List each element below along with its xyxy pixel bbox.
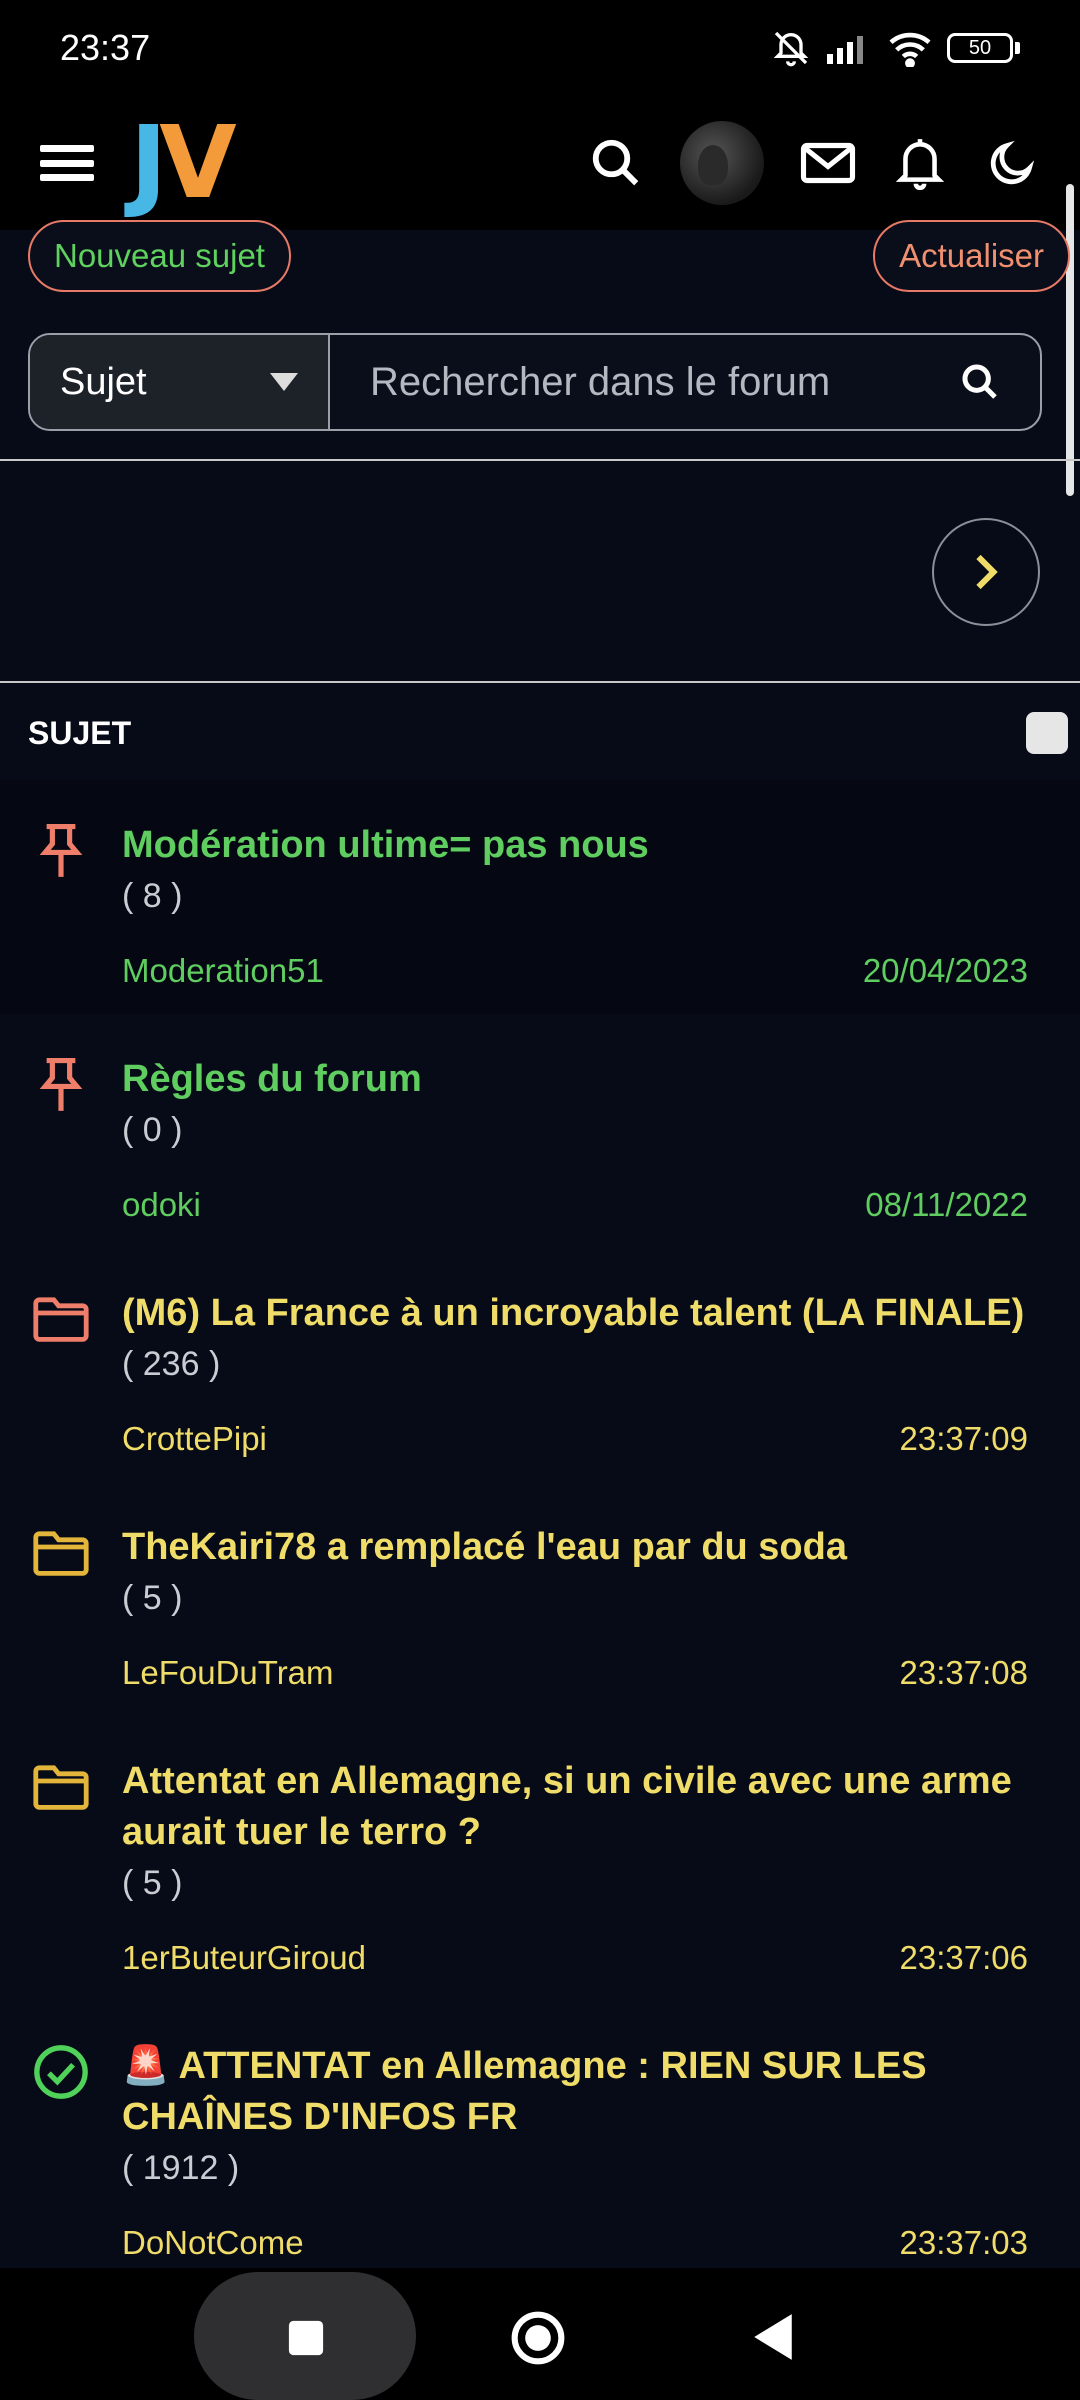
next-page-button[interactable] bbox=[932, 518, 1040, 626]
battery-level: 50 bbox=[947, 33, 1013, 63]
topic-author[interactable]: odoki bbox=[122, 1186, 201, 1224]
folder-hot-icon bbox=[30, 1288, 92, 1350]
dark-mode-icon[interactable] bbox=[984, 135, 1040, 191]
divider bbox=[0, 459, 1080, 461]
home-circle-icon bbox=[511, 2311, 565, 2365]
select-all-checkbox[interactable] bbox=[1026, 712, 1068, 754]
topic-title[interactable]: Attentat en Allemagne, si un civile avec… bbox=[122, 1756, 1028, 1858]
resolved-icon bbox=[30, 2041, 92, 2103]
topic-row[interactable]: (M6) La France à un incroyable talent (L… bbox=[0, 1248, 1080, 1482]
status-time: 23:37 bbox=[60, 27, 151, 68]
topic-reply-count: ( 5 ) bbox=[122, 1864, 183, 1902]
topic-reply-count: ( 5 ) bbox=[122, 1579, 183, 1617]
mail-icon[interactable] bbox=[800, 135, 856, 191]
jv-logo[interactable]: JV bbox=[130, 113, 237, 213]
pin-icon bbox=[30, 1054, 92, 1116]
back-button[interactable] bbox=[748, 2310, 798, 2364]
status-icons: 50 bbox=[771, 28, 1020, 68]
topic-author[interactable]: LeFouDuTram bbox=[122, 1654, 334, 1692]
topic-author[interactable]: DoNotCome bbox=[122, 2224, 304, 2262]
battery-icon: 50 bbox=[947, 33, 1020, 63]
topic-reply-count: ( 0 ) bbox=[122, 1111, 183, 1149]
folder-icon bbox=[30, 1522, 92, 1584]
list-header-title: SUJET bbox=[28, 714, 132, 751]
new-topic-button[interactable]: Nouveau sujet bbox=[28, 220, 291, 292]
topic-row[interactable]: Règles du forum ( 0 ) odoki 08/11/2022 bbox=[0, 1014, 1080, 1248]
wifi-icon bbox=[889, 32, 931, 67]
home-button[interactable] bbox=[508, 2308, 568, 2368]
search-submit-icon[interactable] bbox=[960, 362, 1000, 402]
notifications-icon[interactable] bbox=[892, 135, 948, 191]
chevron-right-icon bbox=[976, 554, 998, 590]
topic-reply-count: ( 236 ) bbox=[122, 1345, 221, 1383]
topic-title[interactable]: Règles du forum bbox=[122, 1054, 1028, 1105]
search-scope-value: Sujet bbox=[60, 360, 147, 403]
topic-author[interactable]: 1erButeurGiroud bbox=[122, 1939, 366, 1977]
app-bar: JV bbox=[0, 96, 1080, 230]
topic-row[interactable]: Modération ultime= pas nous ( 8 ) Modera… bbox=[0, 780, 1080, 1014]
search-placeholder: Rechercher dans le forum bbox=[370, 359, 831, 404]
refresh-button[interactable]: Actualiser bbox=[873, 220, 1070, 292]
user-avatar[interactable] bbox=[680, 121, 764, 205]
topic-reply-count: ( 1912 ) bbox=[122, 2149, 240, 2187]
topic-row[interactable]: Attentat en Allemagne, si un civile avec… bbox=[0, 1716, 1080, 2001]
signal-icon bbox=[827, 36, 863, 64]
bell-muted-icon bbox=[773, 31, 809, 67]
search-scope-select[interactable]: Sujet bbox=[30, 335, 330, 429]
topic-actions: Nouveau sujet Actualiser bbox=[0, 220, 1070, 300]
topic-date: 23:37:08 bbox=[899, 1654, 1028, 1691]
topic-date: 20/04/2023 bbox=[862, 952, 1028, 989]
topic-date: 23:37:06 bbox=[899, 1939, 1028, 1976]
topic-author[interactable]: CrottePipi bbox=[122, 1420, 267, 1458]
topic-title[interactable]: 🚨 ATTENTAT en Allemagne : RIEN SUR LES C… bbox=[122, 2041, 1028, 2143]
back-triangle-icon bbox=[754, 2314, 792, 2360]
topic-title[interactable]: Modération ultime= pas nous bbox=[122, 820, 1028, 871]
topic-title[interactable]: TheKairi78 a remplacé l'eau par du soda bbox=[122, 1522, 1028, 1573]
square-icon bbox=[288, 2320, 324, 2356]
chevron-down-icon bbox=[270, 373, 298, 391]
topic-list: Modération ultime= pas nous ( 8 ) Modera… bbox=[0, 780, 1080, 2268]
folder-icon bbox=[30, 1756, 92, 1818]
topic-title[interactable]: (M6) La France à un incroyable talent (L… bbox=[122, 1288, 1028, 1339]
topic-date: 23:37:09 bbox=[899, 1420, 1028, 1457]
search-input[interactable]: Rechercher dans le forum bbox=[330, 335, 1040, 429]
topic-row[interactable]: 🚨 ATTENTAT en Allemagne : RIEN SUR LES C… bbox=[0, 2001, 1080, 2268]
status-bar: 23:37 50 bbox=[0, 0, 1080, 96]
topic-author[interactable]: Moderation51 bbox=[122, 952, 324, 990]
topic-row[interactable]: TheKairi78 a remplacé l'eau par du soda … bbox=[0, 1482, 1080, 1716]
menu-icon[interactable] bbox=[40, 145, 94, 181]
recents-button[interactable] bbox=[282, 2314, 330, 2362]
topic-date: 23:37:03 bbox=[899, 2224, 1028, 2261]
pin-icon bbox=[30, 820, 92, 882]
divider bbox=[0, 681, 1080, 683]
topic-list-header: SUJET bbox=[28, 712, 1068, 754]
search-icon[interactable] bbox=[588, 135, 644, 191]
forum-search: Sujet Rechercher dans le forum bbox=[28, 333, 1042, 431]
topic-date: 08/11/2022 bbox=[865, 1186, 1028, 1223]
topic-reply-count: ( 8 ) bbox=[122, 877, 183, 915]
